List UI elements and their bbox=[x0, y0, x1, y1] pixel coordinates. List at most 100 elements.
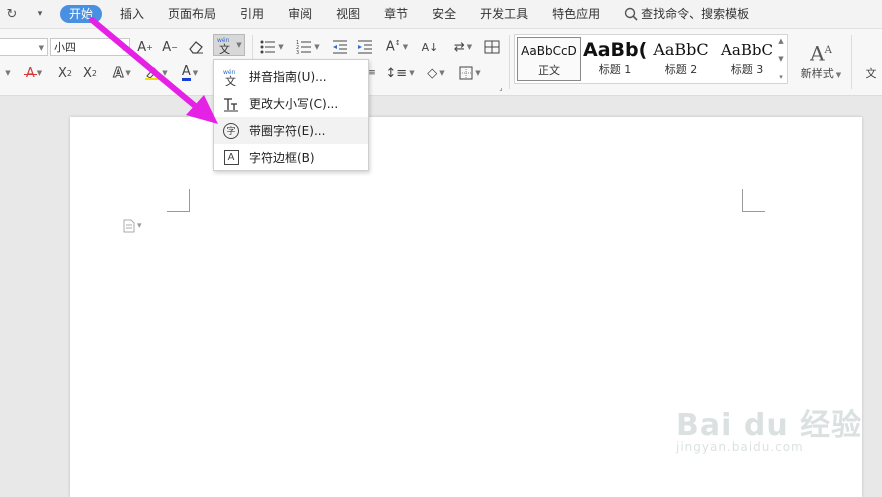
margin-marker-top-right bbox=[742, 189, 765, 212]
tab-references[interactable]: 引用 bbox=[228, 0, 276, 28]
phonetic-guide-dropdown: wén 文 拼音指南(U)... 更改大小写(C)... 字 带圈字符(E)..… bbox=[213, 59, 369, 171]
font-name-select[interactable]: ▼ bbox=[0, 38, 48, 56]
outdent-icon bbox=[333, 40, 347, 54]
shading-button[interactable]: ◇ ▼ bbox=[422, 63, 450, 83]
style-label: 标题 2 bbox=[664, 63, 698, 76]
style-heading-3[interactable]: AaBbC 标题 3 bbox=[715, 37, 779, 81]
numbering-button[interactable]: 1 2 3 ▼ bbox=[295, 37, 321, 57]
menu-item-label: 拼音指南(U)... bbox=[249, 70, 327, 84]
chevron-down-icon[interactable]: ▼ bbox=[778, 55, 783, 63]
tab-chapter[interactable]: 章节 bbox=[372, 0, 420, 28]
chevron-down-icon: ▼ bbox=[236, 41, 242, 49]
chevron-down-icon: ▼ bbox=[38, 44, 44, 52]
change-case-icon bbox=[222, 95, 240, 113]
sort-button[interactable]: A↓ bbox=[421, 37, 439, 57]
tab-home[interactable]: 开始 bbox=[60, 5, 103, 23]
tab-review[interactable]: 审阅 bbox=[276, 0, 324, 28]
bullet-list-icon bbox=[260, 40, 276, 54]
tab-security[interactable]: 安全 bbox=[420, 0, 468, 28]
spacing-icon: ⇄ bbox=[453, 39, 465, 55]
font-color-button[interactable]: A ▼ bbox=[176, 63, 204, 83]
font-size-caret[interactable]: ▼ bbox=[2, 63, 12, 83]
borders-button[interactable]: ▼ bbox=[456, 63, 484, 83]
watermark-logo-text: Bai du 经验 bbox=[676, 408, 863, 443]
menu-bar: ↻ ▾ 开始 插入 页面布局 引用 审阅 视图 章节 安全 开发工具 特色应用 … bbox=[0, 0, 882, 29]
char-border-icon: A bbox=[222, 149, 240, 167]
chevron-down-icon: ▼ bbox=[278, 43, 284, 51]
style-normal[interactable]: AaBbCcD 正文 bbox=[517, 37, 581, 81]
redo-icon[interactable]: ↻ bbox=[2, 4, 22, 24]
border-icon bbox=[459, 66, 473, 80]
svg-text:文: 文 bbox=[225, 74, 236, 86]
enclosed-char-glyph: 字 bbox=[223, 122, 239, 139]
line-spacing-dropdown[interactable]: ↕≡ ▼ bbox=[385, 63, 414, 83]
chevron-down-icon: ▼ bbox=[192, 69, 199, 77]
line-spacing-button[interactable]: ≡ bbox=[368, 63, 376, 83]
justify-icon: ≡ bbox=[368, 68, 376, 78]
numbered-list-icon: 1 2 3 bbox=[296, 40, 312, 54]
paragraph-settings-launcher[interactable]: ⌟ bbox=[497, 84, 505, 92]
show-grid-button[interactable] bbox=[483, 37, 501, 57]
increase-indent-button[interactable] bbox=[356, 37, 374, 57]
menu-item-enclosed-characters[interactable]: 字 带圈字符(E)... bbox=[214, 117, 368, 144]
styles-gallery: AaBbCcD 正文 AaBb( 标题 1 AaBbC 标题 2 AaBbC 标… bbox=[514, 34, 788, 84]
chevron-down-icon: ▼ bbox=[5, 69, 11, 77]
tab-insert[interactable]: 插入 bbox=[108, 0, 156, 28]
style-label: 标题 3 bbox=[730, 63, 764, 76]
styles-scroller[interactable]: ▲ ▼ ▾ bbox=[776, 37, 786, 81]
menu-item-pinyin-guide[interactable]: wén 文 拼音指南(U)... bbox=[214, 63, 368, 90]
menu-item-change-case[interactable]: 更改大小写(C)... bbox=[214, 90, 368, 117]
baidu-watermark: Bai du 经验 jingyan.baidu.com bbox=[676, 400, 866, 470]
menu-item-label: 更改大小写(C)... bbox=[249, 97, 339, 111]
superscript-button[interactable]: X2 bbox=[55, 63, 75, 83]
strikethrough-button[interactable]: A ▼ bbox=[18, 63, 50, 83]
tab-view[interactable]: 视图 bbox=[324, 0, 372, 28]
chevron-up-icon[interactable]: ▲ bbox=[778, 37, 783, 45]
chevron-down-icon: ▼ bbox=[466, 43, 473, 51]
new-style-label: 新样式 ▼ bbox=[800, 67, 842, 81]
clear-format-button[interactable] bbox=[186, 37, 206, 57]
margin-marker-top-left bbox=[167, 189, 190, 212]
new-style-icon: AA bbox=[810, 41, 832, 66]
expand-icon[interactable]: ▾ bbox=[779, 73, 783, 81]
paragraph-layout-button[interactable]: ▾ bbox=[123, 219, 142, 233]
text-effect-button[interactable]: A ▼ bbox=[108, 63, 136, 83]
font-size-select[interactable]: 小四 ▼ bbox=[50, 38, 130, 56]
customize-dropdown-icon[interactable]: ▾ bbox=[30, 4, 50, 24]
decrease-indent-button[interactable] bbox=[331, 37, 349, 57]
grow-font-button[interactable]: A + bbox=[135, 37, 155, 57]
font-color-icon: A bbox=[181, 64, 191, 81]
text-tools-button[interactable]: 文 bbox=[860, 63, 882, 83]
style-label: 正文 bbox=[538, 64, 560, 77]
chevron-down-icon: ▼ bbox=[120, 44, 126, 52]
chevron-down-icon: ▼ bbox=[475, 69, 481, 77]
tab-developer[interactable]: 开发工具 bbox=[468, 0, 540, 28]
tab-featured-apps[interactable]: 特色应用 bbox=[540, 0, 612, 28]
new-style-button[interactable]: AA 新样式 ▼ bbox=[796, 35, 846, 85]
style-sample: AaBbC bbox=[653, 40, 709, 59]
tab-page-layout[interactable]: 页面布局 bbox=[156, 0, 228, 28]
chevron-down-icon: ▼ bbox=[439, 69, 445, 77]
style-heading-1[interactable]: AaBb( 标题 1 bbox=[583, 37, 647, 81]
svg-text:文: 文 bbox=[219, 42, 230, 54]
paragraph-spacing-button[interactable]: ⇄ ▼ bbox=[449, 37, 477, 57]
chevron-down-icon: ▾ bbox=[137, 221, 142, 231]
menu-item-character-border[interactable]: A 字符边框(B) bbox=[214, 144, 368, 171]
subscript-button[interactable]: X2 bbox=[80, 63, 100, 83]
bullets-button[interactable]: ▼ bbox=[259, 37, 285, 57]
highlight-button[interactable]: ▼ bbox=[142, 63, 170, 83]
command-search[interactable]: 查找命令、搜索模板 bbox=[612, 0, 761, 28]
text-direction-icon: A↕ bbox=[385, 39, 401, 55]
highlighter-icon bbox=[145, 67, 160, 80]
phonetic-guide-button[interactable]: wén 文 ▼ bbox=[213, 34, 245, 56]
eraser-icon bbox=[189, 41, 203, 54]
watermark-url: jingyan.baidu.com bbox=[676, 440, 804, 454]
search-label: 查找命令、搜索模板 bbox=[641, 7, 750, 21]
style-sample: AaBb( bbox=[583, 39, 647, 61]
style-heading-2[interactable]: AaBbC 标题 2 bbox=[649, 37, 713, 81]
font-size-value: 小四 bbox=[54, 41, 76, 54]
shrink-font-button[interactable]: A − bbox=[160, 37, 180, 57]
text-direction-button[interactable]: A↕ ▼ bbox=[383, 37, 411, 57]
text-effect-icon: A bbox=[113, 65, 124, 81]
pinyin-icon: wén 文 bbox=[217, 37, 230, 54]
